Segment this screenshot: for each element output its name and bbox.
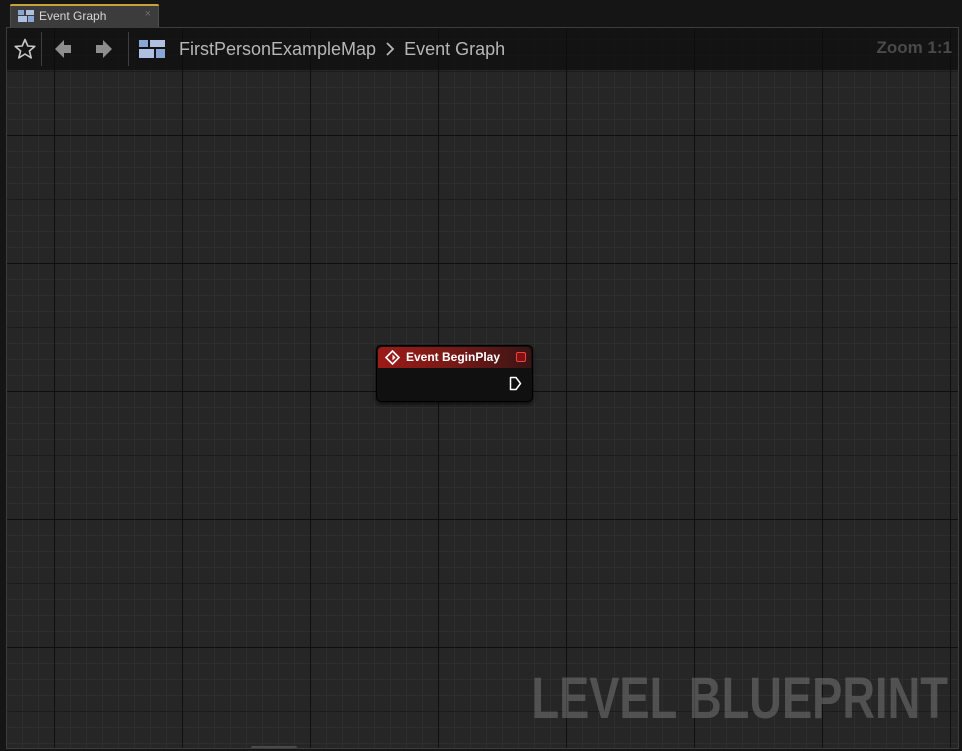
- close-icon[interactable]: ×: [145, 8, 151, 20]
- graph-editor: FirstPersonExampleMap Event Graph Zoom 1…: [6, 27, 959, 749]
- favorite-button[interactable]: [12, 36, 38, 62]
- chevron-right-icon: [386, 42, 395, 56]
- horizontal-scrollbar[interactable]: [251, 746, 297, 748]
- arrow-right-icon: [96, 40, 112, 58]
- breadcrumb: FirstPersonExampleMap Event Graph: [139, 28, 505, 70]
- forward-button[interactable]: [91, 36, 117, 62]
- breadcrumb-level[interactable]: FirstPersonExampleMap: [179, 39, 376, 60]
- toolbar-divider: [41, 32, 42, 66]
- graph-toolbar: FirstPersonExampleMap Event Graph Zoom 1…: [7, 28, 958, 70]
- event-diamond-icon: [385, 350, 400, 365]
- star-icon: [14, 38, 36, 59]
- node-title: Event BeginPlay: [406, 350, 501, 364]
- event-beginplay-node[interactable]: Event BeginPlay: [376, 345, 533, 402]
- delegate-pin[interactable]: [516, 352, 526, 362]
- node-header: Event BeginPlay: [378, 347, 531, 368]
- level-blueprint-watermark: LEVEL BLUEPRINT: [531, 666, 948, 731]
- exec-output-pin-icon[interactable]: [509, 376, 522, 391]
- toolbar-divider: [128, 32, 129, 66]
- zoom-label: Zoom 1:1: [876, 38, 952, 57]
- tab-strip: Event Graph ×: [0, 0, 962, 27]
- blueprint-graph-icon: [18, 10, 34, 22]
- blueprint-graph-icon: [139, 40, 165, 58]
- back-button[interactable]: [50, 36, 76, 62]
- arrow-left-icon: [55, 40, 71, 58]
- breadcrumb-graph[interactable]: Event Graph: [404, 39, 505, 60]
- tab-label: Event Graph: [39, 9, 107, 23]
- tab-event-graph[interactable]: Event Graph ×: [10, 4, 159, 27]
